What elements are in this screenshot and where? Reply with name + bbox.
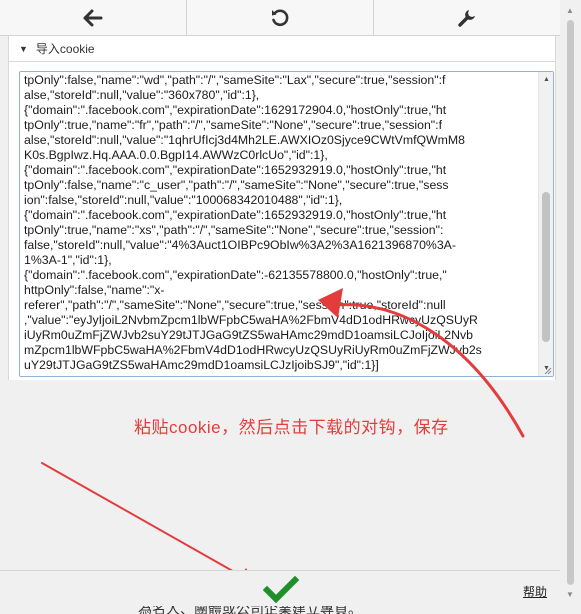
cookie-text-line: iUyRm0uZmFjZWJvb2suY29tJTJGaG9tZS5waHAmc… <box>24 328 473 342</box>
resize-grip-icon[interactable] <box>543 366 552 375</box>
cookie-text-line: tpOnly":false,"name":"c_user","path":"/"… <box>24 178 449 192</box>
cookie-text-line: mZpcm1lbWFpbC5waHA%2FbmV4dD1odHRwcyUzQSU… <box>24 343 482 357</box>
rotate-icon <box>272 8 289 26</box>
textarea-scrollbar[interactable]: ▲ ▼ <box>538 72 553 376</box>
cookie-text-line: {"domain":".facebook.com","expirationDat… <box>24 268 447 282</box>
cookie-text-line: tpOnly":true,"name":"fr","path":"/","sam… <box>24 118 443 132</box>
confirm-import-button[interactable] <box>262 575 300 605</box>
cookie-text-line: ,"value":"eyJyIjoiL2NvbmZpcm1lbWFpbC5waH… <box>24 313 478 327</box>
import-cookie-panel: tpOnly":false,"name":"wd","path":"/","sa… <box>8 62 556 380</box>
import-cookie-header[interactable]: ▼ 导入cookie <box>8 36 556 62</box>
cookie-text-line: tpOnly":true,"name":"xs","path":"/","sam… <box>24 223 444 237</box>
cookie-text-line: alse,"storeId":null,"value":"1qhrUfIcj3d… <box>24 133 465 147</box>
window-scroll-up-icon[interactable]: ▲ <box>566 6 574 15</box>
scroll-thumb[interactable] <box>542 192 550 342</box>
cookie-text-line: alse,"storeId":null,"value":"360x780","i… <box>24 88 260 102</box>
window-scrollbar[interactable]: ▲ ▼ <box>560 0 581 600</box>
window-scroll-thumb[interactable] <box>567 20 574 585</box>
cookie-text-line: ion":false,"storeId":null,"value":"10006… <box>24 193 343 207</box>
footer-bar: 帮助 <box>0 570 560 606</box>
cookie-text-line: uY29tJTJGaG9tZS5waHAmc29mdD1oamsiLCJzIjo… <box>24 358 379 372</box>
cookie-text-line: httpOnly":false,"name":"x- <box>24 283 165 297</box>
checkmark-icon <box>262 575 300 604</box>
scroll-up-arrow-icon[interactable]: ▲ <box>539 72 553 87</box>
help-link[interactable]: 帮助 <box>523 583 547 600</box>
wrench-icon <box>458 9 475 27</box>
settings-button[interactable] <box>374 0 560 35</box>
cookie-textarea[interactable]: tpOnly":false,"name":"wd","path":"/","sa… <box>19 71 554 377</box>
cookie-text-line: {"domain":".facebook.com","expirationDat… <box>24 163 447 177</box>
back-button[interactable] <box>0 0 187 35</box>
cookie-text-line: 1%3A-1","id":1}, <box>24 253 112 267</box>
cookie-text-line: referer","path":"/","sameSite":"None","s… <box>24 298 446 312</box>
toolbar <box>0 0 560 36</box>
import-cookie-title: 导入cookie <box>35 42 95 56</box>
arrow-left-icon <box>83 9 103 26</box>
cookie-text-line: {"domain":".facebook.com","expirationDat… <box>24 208 447 222</box>
instruction-annotation: 粘贴cookie，然后点击下载的对钩，保存 <box>134 418 449 437</box>
cookie-text-line: K0s.BgpIwz.Hq.AAA.0.0.BgpI14.AWWzC0rlcUo… <box>24 148 328 162</box>
cookie-text-line: false,"storeId":null,"value":"4%3Auct1OI… <box>24 238 456 252</box>
annotation-arrow-lower <box>41 462 246 579</box>
cookie-text-line: tpOnly":false,"name":"wd","path":"/","sa… <box>24 73 446 87</box>
cookie-text-line: {"domain":".facebook.com","expirationDat… <box>24 103 447 117</box>
reset-button[interactable] <box>187 0 374 35</box>
collapse-triangle-icon[interactable]: ▼ <box>19 44 28 54</box>
window-scroll-down-icon[interactable]: ▼ <box>566 590 574 599</box>
cookie-textarea-content[interactable]: tpOnly":false,"name":"wd","path":"/","sa… <box>20 72 537 376</box>
